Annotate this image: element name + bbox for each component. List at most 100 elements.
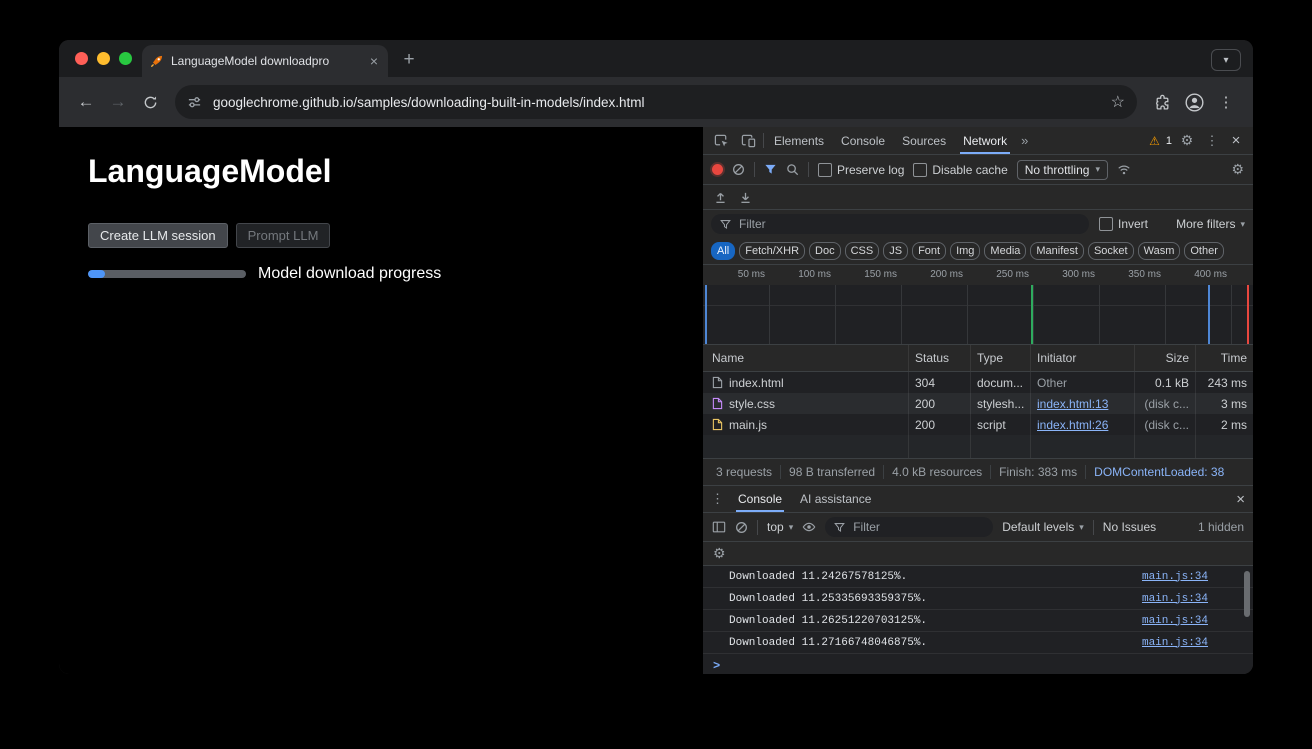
initiator-link[interactable]: index.html:13 [1037, 397, 1108, 411]
live-expression-eye-icon[interactable] [802, 520, 816, 534]
drawer-menu-icon[interactable]: ⋮ [711, 491, 724, 507]
preserve-log-checkbox[interactable]: Preserve log [818, 163, 904, 177]
invert-checkbox[interactable]: Invert [1099, 217, 1148, 231]
drawer-tab-ai-assistance[interactable]: AI assistance [796, 486, 875, 512]
tab-search-button[interactable]: ▾ [1211, 49, 1241, 71]
filter-chip-media[interactable]: Media [984, 242, 1026, 260]
devtools-settings-gear-icon[interactable]: ⚙ [1175, 132, 1199, 149]
console-context-selector[interactable]: top ▾ [767, 520, 793, 534]
filter-funnel-icon[interactable] [764, 163, 777, 176]
console-prompt[interactable]: > [703, 654, 1253, 674]
column-header-time[interactable]: Time [1196, 345, 1253, 371]
browser-menu-icon[interactable]: ⋮ [1211, 87, 1241, 117]
request-size: (disk c... [1135, 393, 1196, 414]
network-conditions-icon[interactable] [1117, 163, 1131, 177]
drawer-tab-console[interactable]: Console [734, 486, 786, 512]
site-settings-icon[interactable] [187, 95, 202, 110]
devtools-menu-icon[interactable]: ⋮ [1202, 133, 1222, 149]
back-button[interactable]: ← [71, 87, 101, 117]
console-sidebar-toggle-icon[interactable] [712, 520, 726, 534]
table-row[interactable]: main.js 200 script index.html:26 (disk c… [703, 414, 1253, 435]
console-drawer-header: ⋮ Console AI assistance × [703, 486, 1253, 513]
warning-count[interactable]: 1 [1166, 135, 1172, 147]
import-har-icon[interactable] [714, 191, 727, 204]
filter-chip-css[interactable]: CSS [845, 242, 880, 260]
issues-counter[interactable]: No Issues [1103, 520, 1156, 534]
filter-chip-socket[interactable]: Socket [1088, 242, 1134, 260]
table-empty-area [703, 435, 1253, 458]
filter-chip-all[interactable]: All [711, 242, 735, 260]
url-input[interactable] [211, 94, 1102, 111]
address-bar[interactable]: ☆ [175, 85, 1137, 119]
network-filter-row: Invert More filters ▾ [703, 210, 1253, 238]
summary-resources: 4.0 kB resources [883, 465, 990, 479]
prompt-llm-button[interactable]: Prompt LLM [236, 223, 331, 248]
create-llm-session-button[interactable]: Create LLM session [88, 223, 228, 248]
devtools-close-icon[interactable]: × [1225, 132, 1247, 149]
profile-avatar[interactable] [1179, 87, 1209, 117]
column-header-type[interactable]: Type [971, 345, 1031, 371]
disable-cache-checkbox[interactable]: Disable cache [913, 163, 1007, 177]
new-tab-button[interactable]: + [396, 47, 422, 73]
message-text: Downloaded 11.27166748046875%. [729, 637, 1142, 649]
window-zoom-button[interactable] [119, 52, 132, 65]
initiator-link[interactable]: index.html:26 [1037, 418, 1108, 432]
table-row[interactable]: style.css 200 stylesh... index.html:13 (… [703, 393, 1253, 414]
timeline-tick: 50 ms [715, 269, 765, 280]
console-settings-gear-icon[interactable]: ⚙ [713, 545, 726, 562]
message-text: Downloaded 11.25335693359375%. [729, 593, 1142, 605]
inspect-element-icon[interactable] [709, 133, 733, 148]
tab-close-icon[interactable]: × [368, 54, 380, 68]
filter-chip-img[interactable]: Img [950, 242, 980, 260]
column-header-size[interactable]: Size [1135, 345, 1196, 371]
table-row[interactable]: index.html 304 docum... Other 0.1 kB 243… [703, 372, 1253, 393]
console-scrollbar[interactable] [1244, 571, 1250, 617]
clear-console-icon[interactable] [735, 521, 748, 534]
window-close-button[interactable] [75, 52, 88, 65]
window-minimize-button[interactable] [97, 52, 110, 65]
message-source-link[interactable]: main.js:34 [1142, 637, 1208, 649]
request-time: 243 ms [1196, 372, 1253, 393]
search-icon[interactable] [786, 163, 799, 176]
tab-network[interactable]: Network [956, 127, 1014, 154]
column-header-initiator[interactable]: Initiator [1031, 345, 1135, 371]
network-overview-timeline[interactable]: 50 ms 100 ms 150 ms 200 ms 250 ms 300 ms… [703, 265, 1253, 345]
filter-chip-wasm[interactable]: Wasm [1138, 242, 1181, 260]
timeline-tick: 350 ms [1111, 269, 1161, 280]
timeline-tick: 150 ms [847, 269, 897, 280]
filter-chip-doc[interactable]: Doc [809, 242, 841, 260]
more-tabs-icon[interactable]: » [1017, 133, 1032, 148]
tab-elements[interactable]: Elements [767, 127, 831, 154]
throttling-select[interactable]: No throttling ▾ [1017, 160, 1108, 180]
drawer-close-icon[interactable]: × [1236, 491, 1245, 508]
device-toolbar-icon[interactable] [736, 133, 760, 148]
column-header-name[interactable]: Name [703, 345, 909, 371]
export-har-icon[interactable] [739, 191, 752, 204]
more-filters-dropdown[interactable]: More filters ▾ [1176, 217, 1245, 231]
extensions-puzzle-icon[interactable] [1147, 87, 1177, 117]
filter-chip-js[interactable]: JS [883, 242, 908, 260]
browser-tab[interactable]: LanguageModel downloadpro × [142, 45, 388, 77]
record-network-log-button[interactable] [712, 164, 723, 175]
message-source-link[interactable]: main.js:34 [1142, 615, 1208, 627]
filter-chip-other[interactable]: Other [1184, 242, 1224, 260]
tab-console[interactable]: Console [834, 127, 892, 154]
filter-funnel-icon [834, 522, 845, 533]
column-header-status[interactable]: Status [909, 345, 971, 371]
network-filter-input[interactable] [711, 214, 1089, 234]
clear-network-log-icon[interactable] [732, 163, 745, 176]
warning-icon[interactable]: ⚠ [1149, 134, 1160, 148]
filter-chip-manifest[interactable]: Manifest [1030, 242, 1084, 260]
bookmark-star-icon[interactable]: ☆ [1111, 92, 1125, 112]
reload-button[interactable] [135, 87, 165, 117]
filter-chip-fetch-xhr[interactable]: Fetch/XHR [739, 242, 805, 260]
timeline-graph [703, 285, 1253, 344]
tab-sources[interactable]: Sources [895, 127, 953, 154]
console-filter-input[interactable] [825, 517, 993, 537]
network-settings-gear-icon[interactable]: ⚙ [1231, 161, 1244, 178]
filter-chip-font[interactable]: Font [912, 242, 946, 260]
default-levels-dropdown[interactable]: Default levels ▾ [1002, 520, 1084, 534]
message-source-link[interactable]: main.js:34 [1142, 571, 1208, 583]
message-source-link[interactable]: main.js:34 [1142, 593, 1208, 605]
forward-button[interactable]: → [103, 87, 133, 117]
